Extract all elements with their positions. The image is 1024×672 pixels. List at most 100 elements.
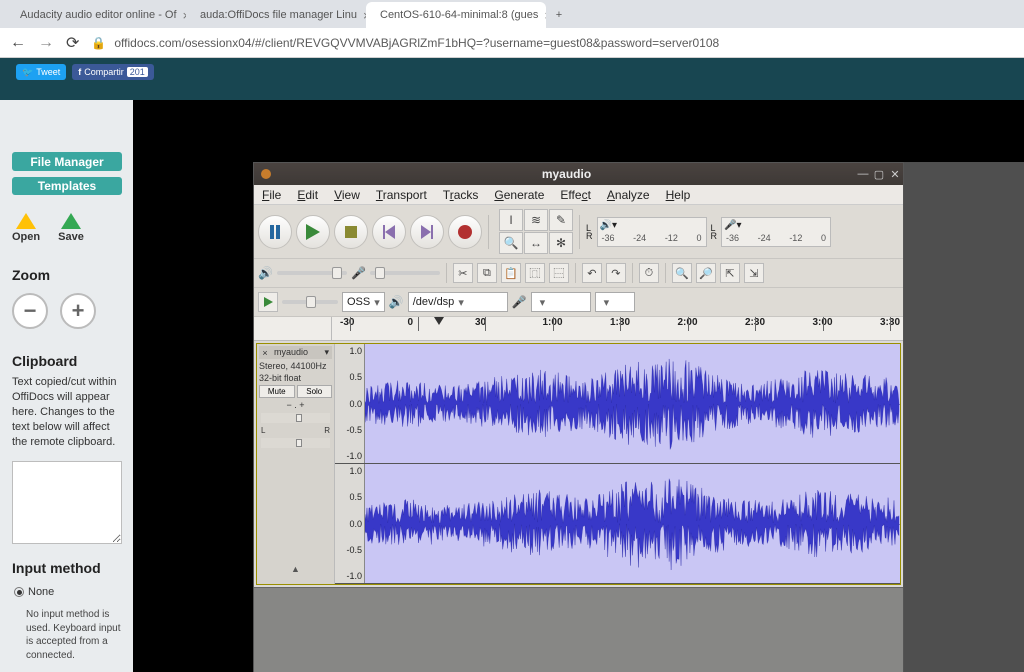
pan-slider[interactable] (261, 438, 330, 448)
undo-icon[interactable]: ↶ (582, 263, 602, 283)
cut-icon[interactable]: ✂ (453, 263, 473, 283)
zoom-heading: Zoom (12, 267, 123, 283)
menu-edit[interactable]: Edit (297, 188, 318, 202)
zoom-out-icon[interactable]: 🔎 (696, 263, 716, 283)
browser-tab-2[interactable]: CentOS-610-64-minimal:8 (gues × (366, 2, 546, 28)
clipboard-textarea[interactable] (12, 461, 122, 544)
timeline-ruler[interactable]: -300301:001:302:002:303:003:30 (254, 317, 903, 341)
fit-project-icon[interactable]: ⇲ (744, 263, 764, 283)
menu-generate[interactable]: Generate (494, 188, 544, 202)
url-text: offidocs.com/osessionx04/#/client/REVGQV… (114, 36, 719, 50)
new-tab-button[interactable]: + (546, 2, 572, 28)
gdrive-open-button[interactable]: Open (12, 213, 40, 243)
gdrive-save-button[interactable]: Save (58, 213, 84, 243)
close-icon[interactable]: ✕ (887, 168, 903, 181)
reload-icon[interactable]: ⟳ (66, 33, 79, 53)
record-meter[interactable]: LR 🎤▾ -36-24-120 (711, 217, 832, 247)
desktop-background (904, 162, 1024, 672)
window-titlebar[interactable]: myaudio — ▢ ✕ (254, 163, 903, 185)
forward-icon[interactable]: → (38, 34, 54, 52)
remote-desktop[interactable]: myaudio — ▢ ✕ File Edit View Transport T… (133, 100, 1024, 672)
menu-file[interactable]: File (262, 188, 281, 202)
solo-button[interactable]: Solo (297, 385, 333, 398)
audacity-window: myaudio — ▢ ✕ File Edit View Transport T… (253, 162, 904, 672)
clipboard-desc: Text copied/cut within OffiDocs will app… (12, 375, 123, 449)
waveform-right[interactable]: 1.00.50.0-0.5-1.0 (335, 464, 900, 584)
mute-button[interactable]: Mute (259, 385, 295, 398)
fb-share-button[interactable]: f Compartir 201 (72, 64, 154, 80)
track-collapse-icon[interactable]: ▲ (259, 564, 332, 582)
zoom-tool-icon[interactable]: 🔍 (499, 232, 523, 254)
browser-tabstrip: Audacity audio editor online - Of × auda… (0, 0, 1024, 28)
gdrive-icon (16, 213, 36, 229)
templates-button[interactable]: Templates (12, 177, 122, 195)
gain-slider[interactable] (261, 413, 330, 423)
menu-tracks[interactable]: Tracks (443, 188, 479, 202)
copy-icon[interactable]: ⧉ (477, 263, 497, 283)
menu-transport[interactable]: Transport (376, 188, 427, 202)
track-close-icon[interactable]: × (260, 348, 270, 358)
tab-label: CentOS-610-64-minimal:8 (gues (380, 9, 538, 21)
speaker-icon: 🔊 (258, 266, 273, 280)
track-menu-dropdown[interactable]: myaudio▾ (272, 347, 331, 358)
tracks-empty-area[interactable] (254, 587, 903, 672)
tweet-button[interactable]: 🐦 Tweet (16, 64, 66, 80)
paste-icon[interactable]: 📋 (501, 263, 521, 283)
sync-lock-icon[interactable]: ⏱ (639, 263, 659, 283)
track-control-panel[interactable]: × myaudio▾ Stereo, 44100Hz 32-bit float … (257, 344, 335, 584)
mic-icon: 🎤 (351, 266, 366, 280)
play-button[interactable] (296, 215, 330, 249)
playhead-icon[interactable] (434, 317, 444, 325)
pause-button[interactable] (258, 215, 292, 249)
draw-tool-icon[interactable]: ✎ (549, 209, 573, 231)
channels-dropdown[interactable]: ▾ (595, 292, 635, 312)
tab-label: auda:OffiDocs file manager Linu (200, 9, 357, 21)
fit-selection-icon[interactable]: ⇱ (720, 263, 740, 283)
stop-button[interactable] (334, 215, 368, 249)
track-info: 32-bit float (259, 373, 332, 383)
browser-toolbar: ← → ⟳ 🔒 offidocs.com/osessionx04/#/clien… (0, 28, 1024, 58)
output-device-dropdown[interactable]: /dev/dsp▾ (408, 292, 508, 312)
trim-icon[interactable]: ⿵ (525, 263, 545, 283)
play-small-icon[interactable] (258, 292, 278, 312)
app-menu-icon[interactable] (260, 168, 272, 180)
window-title: myaudio (278, 167, 855, 181)
back-icon[interactable]: ← (10, 34, 26, 52)
input-method-heading: Input method (12, 560, 123, 576)
selection-tool-icon[interactable]: I (499, 209, 523, 231)
address-bar[interactable]: 🔒 offidocs.com/osessionx04/#/client/REVG… (91, 36, 1014, 50)
playback-speed-slider[interactable] (282, 300, 338, 304)
menu-view[interactable]: View (334, 188, 360, 202)
mic-icon: 🎤 (512, 295, 527, 309)
menu-effect[interactable]: Effect (560, 188, 590, 202)
device-toolbar: OSS▾ 🔊 /dev/dsp▾ 🎤 ▾ ▾ (254, 288, 903, 317)
input-volume-slider[interactable] (370, 271, 440, 275)
timeshift-tool-icon[interactable]: ↔ (524, 232, 548, 254)
left-sidebar: File Manager Templates Open Save Zoom − … (0, 58, 133, 672)
input-none-radio[interactable]: None (14, 586, 123, 598)
host-dropdown[interactable]: OSS▾ (342, 292, 385, 312)
file-manager-button[interactable]: File Manager (12, 152, 122, 170)
skip-start-button[interactable] (372, 215, 406, 249)
silence-icon[interactable]: ⿱ (549, 263, 569, 283)
playback-meter[interactable]: LR 🔊▾ -36-24-120 (586, 217, 707, 247)
clipboard-heading: Clipboard (12, 353, 123, 369)
waveform-left[interactable]: 1.00.50.0-0.5-1.0 (335, 344, 900, 464)
maximize-icon[interactable]: ▢ (871, 168, 887, 181)
menu-help[interactable]: Help (666, 188, 691, 202)
input-device-dropdown[interactable]: ▾ (531, 292, 591, 312)
multi-tool-icon[interactable]: ✻ (549, 232, 573, 254)
menu-analyze[interactable]: Analyze (607, 188, 650, 202)
zoom-in-button[interactable]: + (60, 293, 96, 329)
envelope-tool-icon[interactable]: ≋ (524, 209, 548, 231)
zoom-in-icon[interactable]: 🔍 (672, 263, 692, 283)
browser-tab-0[interactable]: Audacity audio editor online - Of × (6, 2, 186, 28)
zoom-out-button[interactable]: − (12, 293, 48, 329)
vnc-viewport: myaudio — ▢ ✕ File Edit View Transport T… (133, 58, 1024, 672)
redo-icon[interactable]: ↷ (606, 263, 626, 283)
record-button[interactable] (448, 215, 482, 249)
output-volume-slider[interactable] (277, 271, 347, 275)
skip-end-button[interactable] (410, 215, 444, 249)
browser-tab-1[interactable]: auda:OffiDocs file manager Linu × (186, 2, 366, 28)
minimize-icon[interactable]: — (855, 168, 871, 180)
